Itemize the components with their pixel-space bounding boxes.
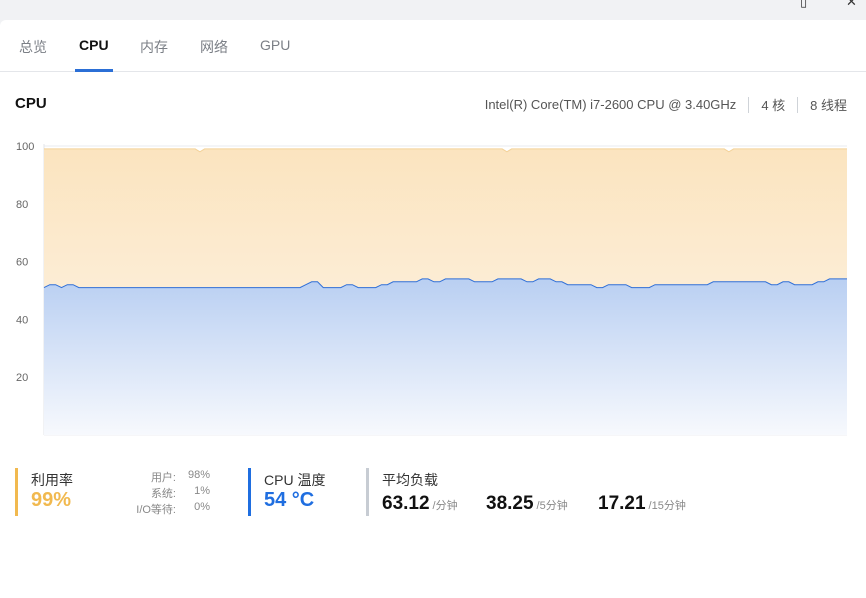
utilization-label: 利用率 bbox=[31, 472, 73, 488]
y-tick-label: 80 bbox=[16, 199, 28, 211]
utilization-value: 99% bbox=[31, 489, 72, 511]
divider bbox=[797, 96, 799, 113]
user-label: 用户: bbox=[150, 472, 176, 484]
cpu-usage-chart: 100 80 60 40 20 bbox=[16, 141, 847, 436]
window-icon[interactable]: ▯ bbox=[800, 0, 807, 10]
load-15min-unit: /15分钟 bbox=[648, 500, 686, 512]
load-15min: 17.21/15分钟 bbox=[598, 493, 686, 515]
cpu-panel: 总览 CPU 内存 网络 GPU CPU Intel(R) Core(TM) i… bbox=[0, 20, 866, 598]
cpu-threads: 8 线程 bbox=[810, 98, 847, 113]
divider bbox=[748, 96, 750, 113]
load-5min: 38.25/5分钟 bbox=[486, 493, 568, 515]
user-usage-series-area bbox=[44, 278, 847, 435]
tab-network[interactable]: 网络 bbox=[200, 37, 228, 57]
iowait-label: I/O等待: bbox=[136, 504, 176, 516]
user-value: 98% bbox=[187, 469, 210, 481]
system-label: 系统: bbox=[150, 488, 176, 500]
cpu-model: Intel(R) Core(TM) i7-2600 CPU @ 3.40GHz bbox=[484, 97, 737, 112]
y-tick-label: 40 bbox=[16, 314, 28, 326]
y-tick-label: 60 bbox=[16, 257, 28, 269]
temperature-label: CPU 温度 bbox=[264, 472, 326, 488]
load-average-label: 平均负载 bbox=[382, 472, 438, 488]
temperature-value: 54 °C bbox=[264, 489, 315, 511]
tab-overview[interactable]: 总览 bbox=[19, 37, 47, 57]
utilization-stat: 利用率 99% 用户: 98% 系统: 1% I/O等待: 0% bbox=[15, 468, 225, 516]
load-5min-value: 38.25 bbox=[486, 493, 534, 514]
y-tick-label: 100 bbox=[16, 141, 34, 153]
load-1min-unit: /分钟 bbox=[432, 500, 458, 512]
load-1min-value: 63.12 bbox=[382, 493, 430, 514]
cpu-info: Intel(R) Core(TM) i7-2600 CPU @ 3.40GHz … bbox=[485, 95, 847, 114]
window-topbar: ▯ ✕ bbox=[0, 0, 866, 20]
y-tick-label: 20 bbox=[16, 372, 28, 384]
section-title: CPU bbox=[15, 95, 47, 112]
tab-gpu[interactable]: GPU bbox=[260, 37, 290, 53]
temperature-stat: CPU 温度 54 °C bbox=[248, 468, 348, 516]
iowait-value: 0% bbox=[194, 501, 210, 513]
load-15min-value: 17.21 bbox=[598, 493, 646, 514]
cpu-cores: 4 核 bbox=[761, 98, 786, 113]
tab-bar: 总览 CPU 内存 网络 GPU bbox=[0, 20, 866, 72]
load-5min-unit: /5分钟 bbox=[536, 500, 568, 512]
load-1min: 63.12/分钟 bbox=[382, 493, 458, 515]
system-value: 1% bbox=[194, 485, 210, 497]
tab-memory[interactable]: 内存 bbox=[140, 37, 168, 57]
active-tab-underline bbox=[75, 69, 113, 72]
close-icon[interactable]: ✕ bbox=[846, 0, 857, 10]
tab-cpu[interactable]: CPU bbox=[79, 37, 109, 53]
